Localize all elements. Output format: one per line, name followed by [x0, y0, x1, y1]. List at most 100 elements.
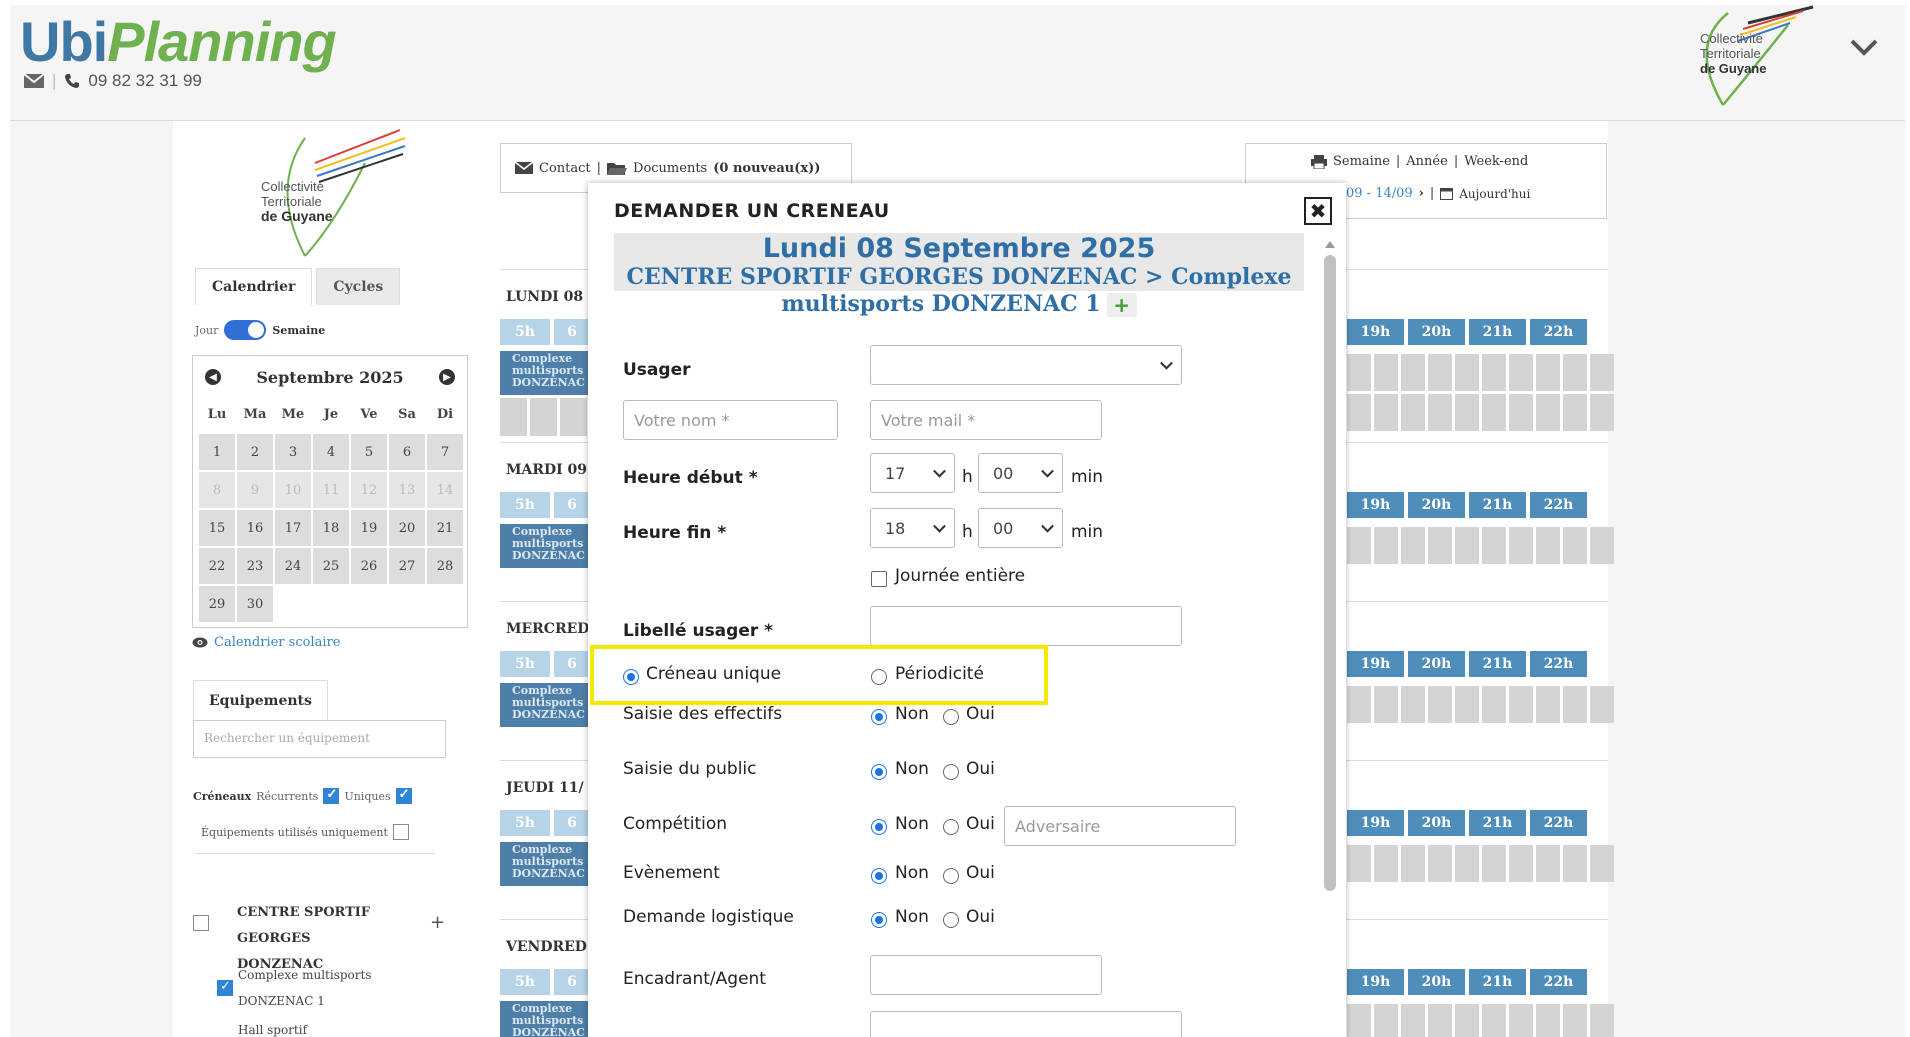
- prev-month-icon[interactable]: ◀: [205, 369, 221, 385]
- grid-cell[interactable]: [1347, 845, 1371, 882]
- calendar-day[interactable]: 26: [351, 548, 387, 584]
- used-only-checkbox[interactable]: [392, 824, 409, 840]
- grid-cell[interactable]: [1347, 1004, 1371, 1037]
- start-min-select[interactable]: 00: [978, 453, 1063, 493]
- grid-cell[interactable]: [1401, 686, 1425, 723]
- grid-cell[interactable]: [1590, 1004, 1614, 1037]
- chevron-down-icon[interactable]: [1848, 31, 1880, 63]
- grid-cell[interactable]: [1590, 845, 1614, 882]
- calendar-day[interactable]: 24: [275, 548, 311, 584]
- grid-cell[interactable]: [1428, 1004, 1452, 1037]
- grid-cell[interactable]: [1374, 1004, 1398, 1037]
- adversaire-input[interactable]: Adversaire: [1004, 806, 1236, 846]
- grid-cell[interactable]: [1428, 354, 1452, 391]
- full-day-checkbox[interactable]: [871, 571, 887, 587]
- grid-cell[interactable]: [1536, 686, 1560, 723]
- grid-cell[interactable]: [1536, 394, 1560, 431]
- tree-item-checkbox[interactable]: [217, 979, 233, 996]
- next-week-icon[interactable]: ›: [1419, 186, 1424, 201]
- grid-cell[interactable]: [1509, 527, 1533, 564]
- slot-block[interactable]: Complexe multisports DONZENAC: [500, 1001, 590, 1037]
- calendar-day[interactable]: 3: [275, 434, 311, 470]
- public-non-radio[interactable]: [871, 764, 887, 780]
- name-input[interactable]: Votre nom *: [623, 400, 838, 440]
- next-month-icon[interactable]: ▶: [438, 369, 455, 385]
- grid-cell[interactable]: [1563, 394, 1587, 431]
- grid-cell[interactable]: [1590, 527, 1614, 564]
- evenement-oui-radio[interactable]: [943, 868, 959, 884]
- calendar-day[interactable]: 22: [199, 548, 235, 584]
- grid-cell[interactable]: [1455, 1004, 1479, 1037]
- grid-cell[interactable]: [1563, 354, 1587, 391]
- slot-block[interactable]: Complexe multisports DONZENAC: [500, 524, 590, 568]
- grid-cell[interactable]: [1482, 354, 1506, 391]
- libelle-input[interactable]: [870, 606, 1182, 646]
- grid-cell[interactable]: [1590, 686, 1614, 723]
- grid-cell[interactable]: [1590, 394, 1614, 431]
- print-icon[interactable]: [1311, 154, 1327, 169]
- end-hour-select[interactable]: 18: [870, 508, 955, 548]
- add-location-button[interactable]: +: [1106, 293, 1137, 317]
- calendar-day[interactable]: 17: [275, 510, 311, 546]
- calendar-day[interactable]: 27: [389, 548, 425, 584]
- calendar-day[interactable]: 25: [313, 548, 349, 584]
- grid-cell[interactable]: [1455, 686, 1479, 723]
- grid-cell[interactable]: [1563, 686, 1587, 723]
- tree-site-checkbox[interactable]: [193, 915, 209, 931]
- slot-block[interactable]: Complexe multisports DONZENAC: [500, 351, 590, 395]
- grid-cell[interactable]: [1590, 354, 1614, 391]
- calendar-day[interactable]: 30: [237, 586, 273, 622]
- effectifs-non-radio[interactable]: [871, 709, 887, 725]
- competition-oui-radio[interactable]: [943, 819, 959, 835]
- grid-cell[interactable]: [500, 398, 527, 436]
- grid-cell[interactable]: [1509, 845, 1533, 882]
- calendar-day[interactable]: 5: [351, 434, 387, 470]
- start-hour-select[interactable]: 17: [870, 453, 955, 493]
- grid-cell[interactable]: [1428, 845, 1452, 882]
- grid-cell[interactable]: [1401, 1004, 1425, 1037]
- envelope-icon[interactable]: [24, 74, 44, 88]
- grid-cell[interactable]: [1482, 1004, 1506, 1037]
- effectifs-oui-radio[interactable]: [943, 709, 959, 725]
- calendar-day[interactable]: 29: [199, 586, 235, 622]
- tab-calendrier[interactable]: Calendrier: [195, 268, 313, 305]
- tab-cycles[interactable]: Cycles: [316, 268, 401, 305]
- calendar-day[interactable]: 4: [313, 434, 349, 470]
- tab-equipements[interactable]: Equipements: [193, 680, 328, 721]
- grid-cell[interactable]: [1482, 845, 1506, 882]
- contact-link[interactable]: Contact: [539, 161, 591, 176]
- equipment-search-input[interactable]: Rechercher un équipement: [193, 720, 446, 758]
- grid-cell[interactable]: [1509, 1004, 1533, 1037]
- grid-cell[interactable]: [1482, 686, 1506, 723]
- grid-cell[interactable]: [1455, 527, 1479, 564]
- grid-cell[interactable]: [1401, 527, 1425, 564]
- grid-cell[interactable]: [1455, 394, 1479, 431]
- today-button[interactable]: Aujourd'hui: [1459, 187, 1530, 201]
- grid-cell[interactable]: [1347, 354, 1371, 391]
- grid-cell[interactable]: [1374, 394, 1398, 431]
- grid-cell[interactable]: [530, 398, 557, 436]
- calendar-day[interactable]: 12: [351, 472, 387, 508]
- calendar-day[interactable]: 8: [199, 472, 235, 508]
- school-calendar-link[interactable]: Calendrier scolaire: [192, 635, 340, 650]
- grid-cell[interactable]: [1428, 686, 1452, 723]
- evenement-non-radio[interactable]: [871, 868, 887, 884]
- close-icon[interactable]: ✖: [1304, 197, 1332, 225]
- app-logo[interactable]: UbiPlanning: [20, 9, 337, 74]
- uniques-checkbox[interactable]: [395, 787, 412, 804]
- grid-cell[interactable]: [1347, 686, 1371, 723]
- calendar-day[interactable]: 21: [427, 510, 463, 546]
- day-week-toggle[interactable]: [224, 320, 267, 340]
- grid-cell[interactable]: [1428, 394, 1452, 431]
- grid-cell[interactable]: [1482, 394, 1506, 431]
- calendar-day[interactable]: 7: [427, 434, 463, 470]
- usager-select[interactable]: [870, 345, 1182, 385]
- grid-cell[interactable]: [1509, 686, 1533, 723]
- view-annee[interactable]: Année: [1406, 154, 1448, 169]
- slot-block[interactable]: Complexe multisports DONZENAC: [500, 842, 590, 886]
- grid-cell[interactable]: [1536, 354, 1560, 391]
- calendar-day[interactable]: 14: [427, 472, 463, 508]
- logistique-non-radio[interactable]: [871, 912, 887, 928]
- grid-cell[interactable]: [1401, 394, 1425, 431]
- public-oui-radio[interactable]: [943, 764, 959, 780]
